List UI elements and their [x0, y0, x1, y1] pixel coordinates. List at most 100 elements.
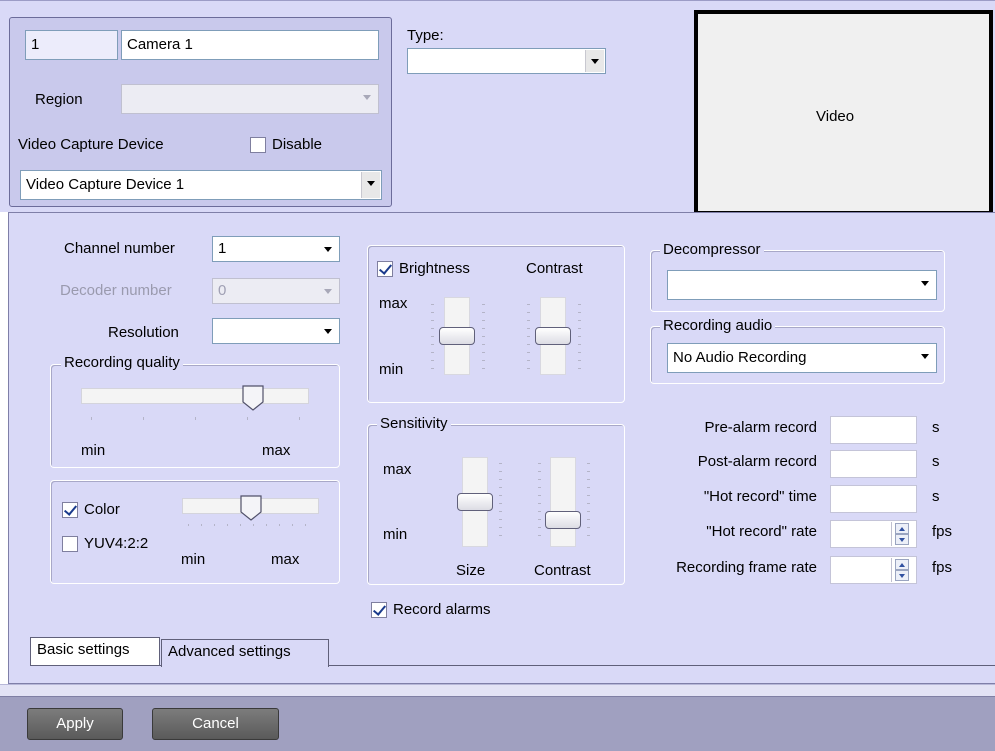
chevron-down-icon: [585, 50, 604, 72]
brightness-min-label: min: [379, 361, 404, 378]
capture-device-select[interactable]: Video Capture Device 1: [20, 170, 382, 200]
tab-basic-settings[interactable]: Basic settings: [30, 637, 160, 665]
recording-audio-legend: Recording audio: [660, 317, 776, 335]
sensitivity-contrast-label: Contrast: [534, 562, 591, 579]
spinner-arrows-icon[interactable]: [891, 558, 909, 582]
decompressor-legend: Decompressor: [660, 241, 764, 259]
camera-name-field[interactable]: Camera 1: [121, 30, 379, 60]
sensitivity-contrast-track: [550, 457, 576, 547]
timing-input[interactable]: [830, 416, 917, 444]
spin-down-icon[interactable]: [895, 570, 909, 581]
recording-audio-group: Recording audio No Audio Recording: [650, 317, 945, 384]
decompressor-select[interactable]: [667, 270, 937, 300]
type-select[interactable]: [407, 48, 606, 74]
tick: [143, 417, 144, 420]
separator-band: [0, 684, 995, 696]
quality-min-label: min: [81, 442, 106, 459]
color-min-label: min: [181, 551, 206, 568]
video-preview: Video: [694, 10, 993, 215]
tab-advanced-settings[interactable]: Advanced settings: [161, 639, 329, 667]
camera-settings-box: 1 Camera 1 Region Video Capture Device D…: [9, 17, 392, 207]
sensitivity-max-label: max: [383, 461, 412, 478]
sensitivity-min-label: min: [383, 526, 408, 543]
yuv-checkbox[interactable]: [62, 536, 78, 552]
spin-up-icon[interactable]: [895, 523, 909, 534]
color-group: Color YUV4:2:2 min max: [50, 480, 340, 584]
capture-device-label: Video Capture Device: [18, 136, 164, 153]
region-label: Region: [35, 91, 83, 108]
timing-label: "Hot record" time: [703, 488, 817, 505]
size-ticks: [499, 463, 502, 543]
chevron-down-icon: [361, 172, 380, 198]
timing-label: "Hot record" rate: [706, 523, 817, 540]
sensitivity-contrast-slider[interactable]: [545, 511, 581, 529]
contrast-slider[interactable]: [535, 327, 571, 345]
brightness-checkbox[interactable]: [377, 261, 393, 277]
tick: [91, 417, 92, 420]
brightness-ticks: [482, 304, 485, 370]
contrast-label: Contrast: [526, 260, 583, 277]
disable-checkbox[interactable]: [250, 137, 266, 153]
resolution-select[interactable]: [212, 318, 340, 344]
timing-unit: fps: [932, 523, 953, 540]
size-label: Size: [456, 562, 486, 579]
recording-quality-legend: Recording quality: [61, 354, 183, 372]
record-alarms-checkbox[interactable]: [371, 602, 387, 618]
size-slider[interactable]: [457, 493, 493, 511]
decoder-number-select[interactable]: 0: [212, 278, 340, 304]
recording-quality-slider[interactable]: [242, 385, 264, 411]
video-label: Video: [816, 108, 855, 125]
timing-input[interactable]: [830, 485, 917, 513]
apply-button[interactable]: Apply: [27, 708, 123, 740]
timing-unit: s: [932, 488, 940, 505]
timing-unit: fps: [932, 559, 953, 576]
channel-number-select[interactable]: 1: [212, 236, 340, 262]
color-checkbox[interactable]: [62, 502, 78, 518]
contrast-ticks: [527, 304, 530, 370]
region-select[interactable]: [121, 84, 379, 114]
spin-up-icon[interactable]: [895, 559, 909, 570]
chevron-down-icon: [319, 238, 338, 260]
decompressor-group: Decompressor: [650, 241, 945, 312]
recording-audio-select[interactable]: No Audio Recording: [667, 343, 937, 373]
resolution-label: Resolution: [108, 324, 179, 341]
timing-label: Recording frame rate: [676, 559, 817, 576]
record-alarms-label: Record alarms: [393, 601, 491, 618]
channel-number-label: Channel number: [64, 240, 175, 257]
brightness-label: Brightness: [399, 260, 470, 277]
timing-unit: s: [932, 453, 940, 470]
cancel-button[interactable]: Cancel: [152, 708, 279, 740]
color-ticks: [188, 524, 314, 526]
color-max-label: max: [271, 551, 300, 568]
tick: [299, 417, 300, 420]
chevron-down-icon: [319, 280, 338, 302]
spinner-arrows-icon[interactable]: [891, 522, 909, 546]
yuv-label: YUV4:2:2: [84, 535, 149, 552]
brightness-slider[interactable]: [439, 327, 475, 345]
chevron-down-icon: [916, 272, 935, 298]
timing-unit: s: [932, 419, 940, 436]
type-label: Type:: [407, 27, 444, 44]
chevron-down-icon: [358, 86, 377, 112]
tick: [195, 417, 196, 420]
brightness-ticks: [431, 304, 434, 370]
contrast-ticks: [578, 304, 581, 370]
sensitivity-contrast-ticks: [587, 463, 590, 543]
sensitivity-group: Sensitivity max min Size Contrast: [367, 415, 625, 585]
decoder-number-label: Decoder number: [60, 282, 172, 299]
chevron-down-icon: [319, 320, 338, 342]
timing-label: Pre-alarm record: [704, 419, 817, 436]
sensitivity-legend: Sensitivity: [377, 415, 451, 433]
quality-max-label: max: [262, 442, 291, 459]
disable-label: Disable: [272, 136, 323, 153]
spin-down-icon[interactable]: [895, 534, 909, 545]
timing-label: Post-alarm record: [697, 453, 817, 470]
timing-input[interactable]: [830, 450, 917, 478]
camera-id-field[interactable]: 1: [25, 30, 118, 60]
color-slider[interactable]: [239, 495, 262, 521]
recording-quality-group: Recording quality min max: [50, 354, 340, 468]
color-label: Color: [84, 501, 120, 518]
bottom-bar: Apply Cancel: [0, 696, 995, 751]
chevron-down-icon: [916, 345, 935, 371]
brightness-max-label: max: [379, 295, 408, 312]
